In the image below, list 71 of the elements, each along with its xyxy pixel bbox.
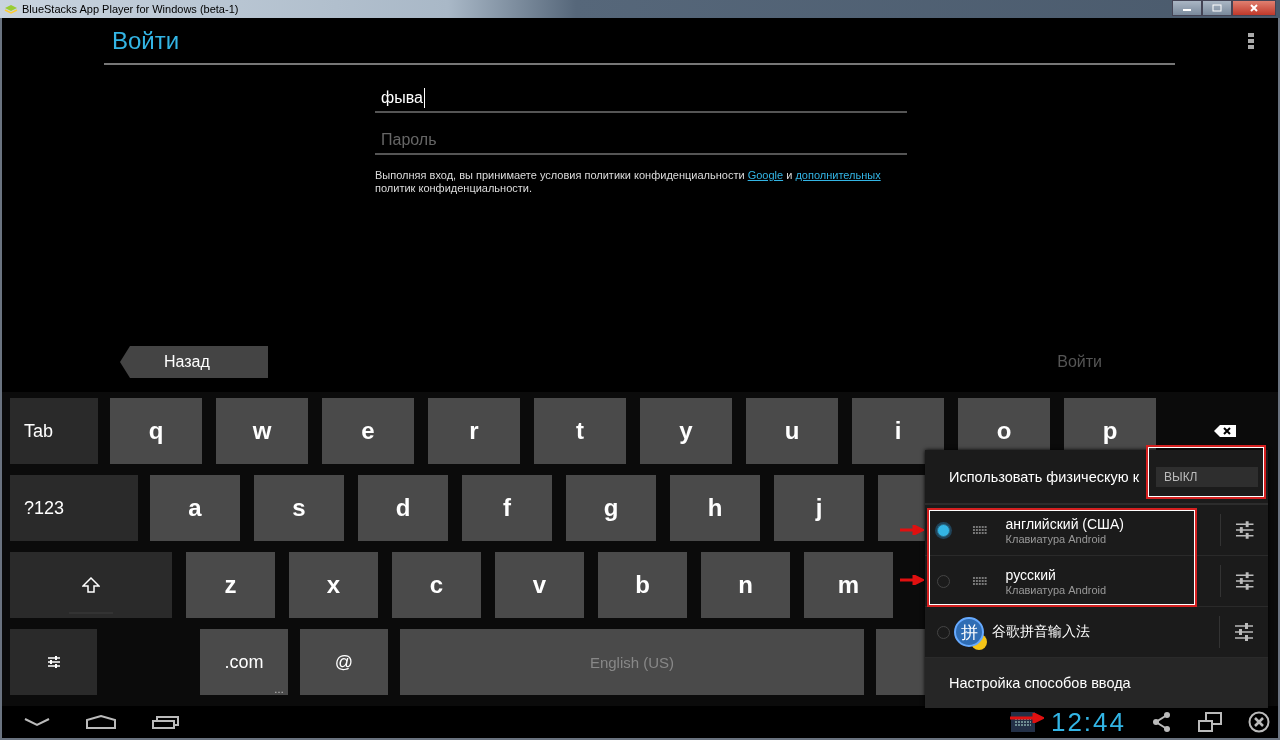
keyboard-key[interactable]: .com …	[200, 629, 288, 695]
pinyin-logo: 拼	[954, 617, 984, 647]
username-field[interactable]: фыва	[375, 85, 907, 113]
keyboard-key[interactable]: x	[289, 552, 378, 618]
keyboard-key[interactable]: i	[852, 398, 944, 464]
input-method-name[interactable]: английский (США)	[1005, 515, 1220, 532]
sliders-icon[interactable]	[1234, 520, 1254, 540]
shift-icon	[82, 577, 100, 593]
toggle-switch[interactable]: ВЫКЛ	[1156, 466, 1258, 487]
share-icon[interactable]	[1152, 712, 1172, 732]
keyboard-key[interactable]: d	[358, 475, 448, 541]
physical-keyboard-label: Использовать физическую к	[949, 468, 1139, 485]
keyboard-key[interactable]: ?123	[10, 475, 138, 541]
keyboard-key[interactable]: v	[495, 552, 584, 618]
windows-icon[interactable]	[1198, 712, 1222, 732]
password-field[interactable]: Пароль	[375, 127, 907, 155]
keyboard-key[interactable]: y	[640, 398, 732, 464]
keyboard-key[interactable]: w	[216, 398, 308, 464]
input-method-subtitle: Клавиатура Android	[1005, 532, 1108, 545]
keyboard-key[interactable]: g	[566, 475, 656, 541]
keyboard-key[interactable]: Tab	[10, 398, 98, 464]
keyboard-key[interactable]: f	[462, 475, 552, 541]
close-button[interactable]	[1232, 0, 1276, 16]
input-method-name[interactable]: русский	[1005, 566, 1220, 583]
sliders-icon	[46, 655, 61, 669]
keyboard-key[interactable]: s	[254, 475, 344, 541]
keyboard-icon[interactable]	[1010, 712, 1035, 732]
more-hint: …	[274, 684, 284, 695]
close-icon	[1249, 4, 1259, 12]
terms-text: Выполняя вход, вы принимаете условия политики конфиденциальности Google и дополнительных политик конфиденциальности.	[375, 169, 882, 195]
input-method-name[interactable]: 谷歌拼音输入法	[992, 623, 1212, 641]
keyboard-key[interactable]: r	[428, 398, 520, 464]
keyboard-key[interactable]: @	[300, 629, 388, 695]
arrow-icon	[900, 525, 924, 535]
keyboard-key[interactable]: t	[534, 398, 626, 464]
sliders-icon[interactable]	[1234, 622, 1254, 642]
window-title: BlueStacks App Player for Windows (beta-1)	[22, 3, 239, 15]
minimize-button[interactable]	[1172, 0, 1202, 16]
keyboard-icon	[972, 576, 988, 586]
arrow-icon	[900, 575, 924, 585]
additional-link[interactable]: дополнительных	[795, 169, 881, 181]
keyboard-key[interactable]: q	[110, 398, 202, 464]
keyboard-key[interactable]: a	[150, 475, 240, 541]
recent-apps-icon[interactable]	[152, 715, 180, 729]
app-logo-icon	[4, 4, 18, 14]
sliders-icon[interactable]	[1234, 571, 1254, 591]
maximize-button[interactable]	[1202, 0, 1232, 16]
keyboard-key[interactable]: u	[746, 398, 838, 464]
keyboard-key[interactable]: n	[701, 552, 790, 618]
arrow-icon	[1010, 713, 1044, 723]
home-icon[interactable]	[86, 715, 116, 729]
back-nav-icon[interactable]	[24, 717, 50, 727]
keyboard-icon	[972, 525, 988, 535]
keyboard-key[interactable]: b	[598, 552, 687, 618]
keyboard-key[interactable]: z	[186, 552, 275, 618]
screen-title: Войти	[112, 26, 180, 55]
back-button[interactable]: Назад	[120, 346, 268, 378]
radio-button[interactable]	[937, 523, 950, 537]
keyboard-key[interactable]: m	[804, 552, 893, 618]
keyboard-key[interactable]: c	[392, 552, 481, 618]
menu-icon[interactable]	[1248, 32, 1254, 49]
clock: 12:44	[1050, 706, 1126, 738]
backspace-icon	[1214, 425, 1236, 437]
keyboard-key[interactable]: j	[774, 475, 864, 541]
close-icon[interactable]	[1248, 711, 1270, 733]
input-settings-item[interactable]: Настройка способов ввода	[925, 658, 1268, 708]
keyboard-key[interactable]: e	[322, 398, 414, 464]
input-method-subtitle: Клавиатура Android	[1005, 583, 1108, 596]
maximize-icon	[1212, 4, 1222, 12]
keyboard-key[interactable]: h	[670, 475, 760, 541]
google-link[interactable]: Google	[747, 169, 784, 181]
